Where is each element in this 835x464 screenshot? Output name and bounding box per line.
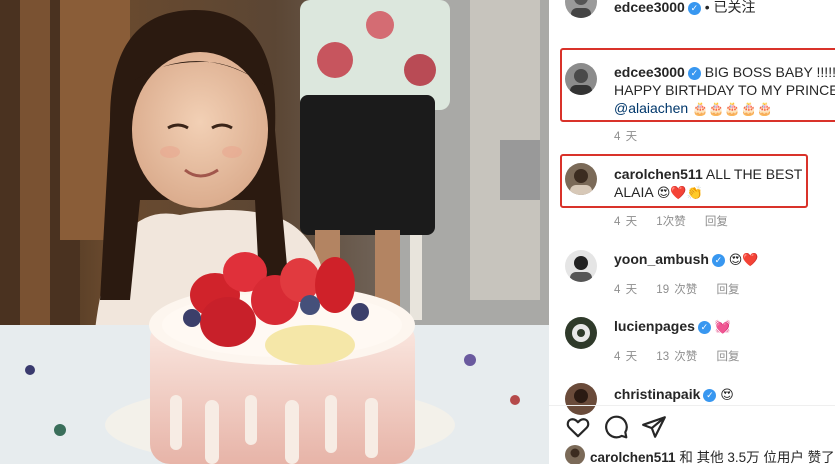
comments-panel: edcee3000 ✓ • 已关注 edcee3000 ✓ BIG BOSS BAB… — [549, 0, 835, 464]
comment-username[interactable]: edcee3000 — [614, 64, 685, 80]
liker-avatar[interactable] — [565, 445, 585, 464]
comment-meta: 4 天 19 次赞 回复 — [614, 281, 754, 297]
emoji-cake-icon: 🎂🎂🎂🎂🎂 — [692, 102, 773, 117]
comment-likes[interactable]: 19 次赞 — [656, 284, 697, 296]
author-username[interactable]: edcee3000 — [614, 0, 685, 15]
emoji-icon: 😍❤️ — [728, 253, 759, 268]
comment-username[interactable]: carolchen511 — [614, 166, 703, 182]
post-photo — [0, 0, 549, 464]
comment-text: christinapaik ✓ 😍 — [614, 385, 734, 405]
follow-status[interactable]: • 已关注 — [705, 0, 756, 15]
divider — [549, 405, 835, 406]
reply-button[interactable]: 回复 — [717, 351, 740, 363]
comment-time: 4 天 — [614, 351, 638, 363]
comment-avatar[interactable] — [565, 383, 597, 415]
comment-avatar[interactable] — [565, 63, 597, 95]
verified-badge-icon: ✓ — [687, 2, 701, 15]
comment-meta: 4 天 — [614, 128, 651, 144]
comment-likes[interactable]: 1次赞 — [656, 216, 685, 228]
comment-text: yoon_ambush ✓ 😍❤️ — [614, 250, 759, 270]
comment-meta: 4 天 1次赞 回复 — [614, 213, 742, 229]
verified-badge-icon: ✓ — [703, 389, 717, 402]
comment-time: 4 天 — [614, 131, 638, 143]
author-avatar[interactable] — [565, 0, 597, 18]
emoji-icon: 💓 — [714, 320, 731, 335]
reply-button[interactable]: 回复 — [705, 216, 728, 228]
comment-avatar[interactable] — [565, 163, 597, 195]
liked-by-count[interactable]: 和 其他 3.5万 位用户 赞了 — [679, 450, 834, 464]
comment-text: carolchen511 ALL THE BEST ALAIA 😍❤️👏 — [614, 165, 802, 203]
comment-likes[interactable]: 13 次赞 — [656, 351, 697, 363]
comment-line: ALL THE BEST — [705, 166, 803, 182]
comment-username[interactable]: christinapaik — [614, 386, 700, 402]
verified-badge-icon: ✓ — [711, 254, 725, 267]
action-bar — [565, 414, 667, 440]
emoji-icon: 😍❤️👏 — [656, 186, 703, 201]
comment-text: edcee3000 ✓ BIG BOSS BABY !!!!! HAPPY BIR… — [614, 63, 835, 119]
comment-meta: 4 天 13 次赞 回复 — [614, 348, 754, 364]
share-icon[interactable] — [641, 414, 667, 440]
comment-time: 4 天 — [614, 216, 638, 228]
comment-line: ALAIA — [614, 184, 653, 200]
verified-badge-icon: ✓ — [687, 67, 701, 80]
emoji-icon: 😍 — [720, 388, 734, 403]
comment-text: lucienpages ✓ 💓 — [614, 317, 731, 337]
comment-avatar[interactable] — [565, 317, 597, 349]
mention-link[interactable]: @alaiachen — [614, 100, 688, 116]
verified-badge-icon: ✓ — [697, 321, 711, 334]
comment-line: HAPPY BIRTHDAY TO MY PRINCESS — [614, 82, 835, 98]
comment-line: BIG BOSS BABY !!!!! — [704, 64, 835, 80]
heart-icon[interactable] — [565, 414, 591, 440]
comment-avatar[interactable] — [565, 250, 597, 282]
post-header: edcee3000 ✓ • 已关注 — [614, 0, 756, 17]
comment-icon[interactable] — [603, 414, 629, 440]
comment-username[interactable]: yoon_ambush — [614, 251, 709, 267]
comment-username[interactable]: lucienpages — [614, 318, 695, 334]
liked-by-text: carolchen511 和 其他 3.5万 位用户 赞了 — [590, 446, 835, 464]
reply-button[interactable]: 回复 — [717, 284, 740, 296]
comment-time: 4 天 — [614, 284, 638, 296]
liker-username[interactable]: carolchen511 — [590, 450, 676, 464]
